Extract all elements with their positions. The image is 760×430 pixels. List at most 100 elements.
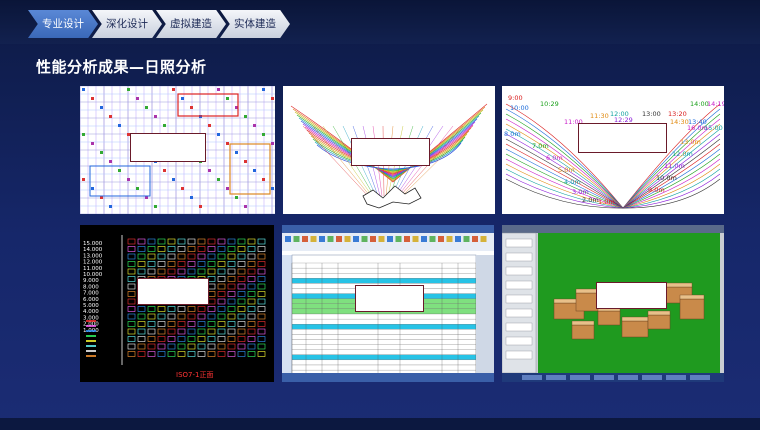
- control-field: [505, 350, 533, 360]
- facade-cell: [237, 298, 246, 305]
- table-row: [291, 273, 477, 279]
- facade-cell: [197, 336, 206, 342]
- plot-dot: [91, 187, 94, 190]
- facade-cell: [227, 351, 236, 357]
- plot-dot: [172, 178, 175, 181]
- facade-cell: [177, 261, 186, 267]
- facade-cell: [207, 261, 216, 267]
- facade-cell: [127, 253, 136, 260]
- label-mask: [130, 133, 206, 162]
- facade-cell: [227, 321, 236, 327]
- facade-cell: [257, 343, 266, 350]
- toolbar-icon: [463, 236, 470, 242]
- building-roof: [647, 310, 671, 316]
- plot-dot: [190, 196, 193, 199]
- level-label: 15.000: [83, 241, 103, 247]
- height-label: 12.0m: [672, 150, 693, 158]
- level-label: 14.000: [83, 247, 103, 253]
- plot-dot: [181, 187, 184, 190]
- facade-cell: [167, 313, 176, 320]
- facade-cell: [147, 306, 156, 312]
- facade-cell: [167, 321, 176, 327]
- toolbar-icon: [480, 236, 487, 242]
- plot-dot: [82, 178, 85, 181]
- facade-cell: [207, 298, 216, 305]
- control-field: [505, 308, 533, 318]
- facade-cell: [227, 268, 236, 275]
- facade-cell: [127, 261, 136, 267]
- height-label: 13.0m: [680, 138, 701, 146]
- facade-cell: [137, 253, 146, 260]
- facade-cell: [137, 321, 146, 327]
- time-label: 14:00: [690, 100, 709, 108]
- facade-cell: [237, 276, 246, 282]
- step-professional-design[interactable]: 专业设计: [28, 10, 98, 38]
- facade-cell: [237, 343, 246, 350]
- facade-cell: [207, 253, 216, 260]
- facade-cell: [127, 306, 136, 312]
- plot-dot: [253, 124, 256, 127]
- time-label: 11:30: [590, 112, 609, 120]
- facade-cell: [177, 343, 186, 350]
- table-row: [291, 354, 477, 361]
- facade-cell: [137, 351, 146, 357]
- building-block: [621, 320, 649, 338]
- facade-cell: [187, 238, 196, 245]
- toolbar-icon: [412, 236, 419, 242]
- facade-cell: [127, 268, 136, 275]
- plot-dot: [271, 142, 274, 145]
- facade-cell: [207, 276, 216, 282]
- facade-cell: [147, 238, 156, 245]
- facade-cell: [237, 328, 246, 335]
- facade-cell: [217, 298, 226, 305]
- facade-cell: [207, 268, 216, 275]
- facade-cell: [167, 246, 176, 252]
- facade-cell: [177, 306, 186, 312]
- facade-cell: [257, 246, 266, 252]
- facade-cell: [217, 351, 226, 357]
- step-virtual-construction[interactable]: 虚拟建造: [156, 10, 226, 38]
- facade-cell: [257, 306, 266, 312]
- facade-cell: [177, 246, 186, 252]
- facade-cell: [217, 246, 226, 252]
- step-deepening-design[interactable]: 深化设计: [92, 10, 162, 38]
- plot-dot: [91, 97, 94, 100]
- facade-cell: [167, 238, 176, 245]
- building-block: [679, 298, 705, 320]
- facade-cell: [217, 328, 226, 335]
- facade-cell: [157, 328, 166, 335]
- height-label: 10.0m: [656, 174, 677, 182]
- toolbar-icon: [378, 236, 385, 242]
- facade-cell: [207, 246, 216, 252]
- facade-cell: [137, 306, 146, 312]
- plot-dot: [118, 124, 121, 127]
- facade-cell: [147, 343, 156, 350]
- facade-cell: [187, 253, 196, 260]
- facade-cell: [237, 268, 246, 275]
- facade-cell: [247, 298, 256, 305]
- taskbar: [282, 373, 494, 382]
- facade-cell: [227, 276, 236, 282]
- toolbar-icon: [370, 236, 376, 242]
- facade-cell: [197, 261, 206, 267]
- facade-cell: [247, 246, 256, 252]
- time-label: 14:30: [670, 118, 689, 126]
- time-label: 9:00: [508, 94, 523, 102]
- facade-cell: [177, 336, 186, 342]
- facade-cell: [247, 328, 256, 335]
- facade-cell: [147, 246, 156, 252]
- facade-cell: [167, 268, 176, 275]
- plot-dot: [145, 106, 148, 109]
- time-label: 13:20: [668, 110, 687, 118]
- facade-cell: [227, 253, 236, 260]
- toolbar-icon: [302, 236, 308, 242]
- facade-cell: [237, 313, 246, 320]
- facade-cell: [187, 306, 196, 312]
- facade-cell: [187, 321, 196, 327]
- facade-cell: [147, 253, 156, 260]
- facade-cell: [217, 238, 226, 245]
- facade-cell: [257, 298, 266, 305]
- height-label: 5.0m: [558, 166, 575, 174]
- step-physical-construction[interactable]: 实体建造: [220, 10, 290, 38]
- facade-cell: [237, 238, 246, 245]
